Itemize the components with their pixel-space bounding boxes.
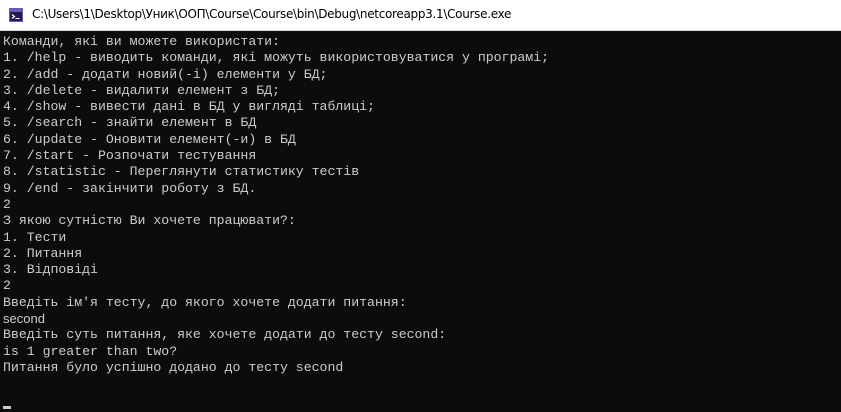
console-line: 6. /update - Оновити елемент(-и) в БД [3, 131, 296, 147]
console-line: Питання було успішно додано до тесту sec… [3, 359, 344, 375]
console-line: 2 [3, 278, 11, 294]
cursor-line [3, 393, 838, 409]
console-line: 2. /add - додати новий(-і) елементи у БД… [3, 66, 328, 82]
console-line: 7. /start - Розпочати тестування [3, 148, 257, 164]
console-line: 9. /end - закінчити роботу з БД. [3, 180, 257, 196]
console-line: З якою сутністю Ви хочете працювати?: [3, 213, 296, 229]
console-window: C:\Users\1\Desktop\Уник\ООП\Course\Cours… [0, 0, 841, 412]
console-line: 4. /show - вивести дані в БД у вигляді т… [3, 99, 375, 115]
console-line: 3. Відповіді [3, 262, 98, 278]
console-line: 1. /help - виводить команди, які можуть … [3, 50, 550, 66]
console-line: 8. /statistic - Переглянути статистику т… [3, 164, 360, 180]
console-line: 5. /search - знайти елемент в БД [3, 115, 257, 131]
text-cursor [3, 405, 11, 409]
console-line: 3. /delete - видалити елемент з БД; [3, 82, 280, 98]
console-app-icon [9, 8, 23, 22]
console-line: Команди, які ви можете використати: [3, 34, 280, 49]
window-title: C:\Users\1\Desktop\Уник\ООП\Course\Cours… [32, 7, 512, 21]
console-line: 2. Питання [3, 245, 83, 261]
console-line: Введіть ім'я тесту, до якого хочете дода… [3, 294, 407, 310]
title-bar[interactable]: C:\Users\1\Desktop\Уник\ООП\Course\Cours… [0, 0, 841, 31]
console-line: 2 [3, 196, 11, 212]
console-line: is 1 greater than two? [3, 343, 178, 359]
console-output[interactable]: Команди, які ви можете використати: 1. /h… [3, 34, 838, 409]
console-line: second [3, 311, 45, 327]
console-line: 1. Тести [3, 229, 67, 245]
console-line: Введіть суть питання, яке хочете додати … [3, 327, 447, 343]
